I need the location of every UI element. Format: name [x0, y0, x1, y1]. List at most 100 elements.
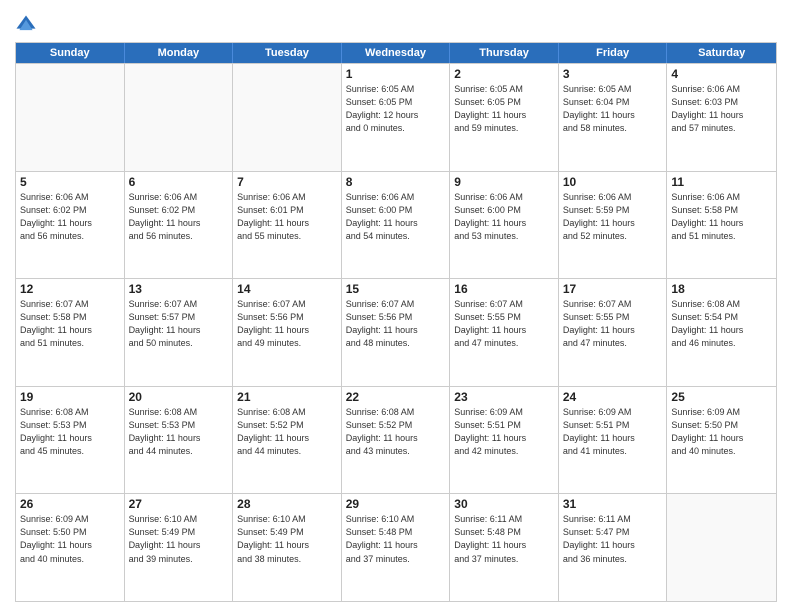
calendar-cell: 23 Sunrise: 6:09 AM Sunset: 5:51 PM Dayli…: [450, 387, 559, 494]
day-number: 17: [563, 282, 663, 296]
day-number: 10: [563, 175, 663, 189]
day-number: 28: [237, 497, 337, 511]
calendar-cell: 4 Sunrise: 6:06 AM Sunset: 6:03 PM Daylig…: [667, 64, 776, 171]
calendar-row-2: 12 Sunrise: 6:07 AM Sunset: 5:58 PM Dayli…: [16, 278, 776, 386]
cell-info: Sunrise: 6:07 AM Sunset: 5:55 PM Dayligh…: [563, 298, 663, 350]
calendar-cell: 5Sunrise: 6:06 AM Sunset: 6:02 PM Daylig…: [16, 172, 125, 279]
cell-info: Sunrise: 6:11 AM Sunset: 5:47 PM Dayligh…: [563, 513, 663, 565]
cell-info: Sunrise: 6:06 AM Sunset: 6:02 PM Dayligh…: [129, 191, 229, 243]
calendar-cell: 18 Sunrise: 6:08 AM Sunset: 5:54 PM Dayli…: [667, 279, 776, 386]
day-number: 14: [237, 282, 337, 296]
cell-info: Sunrise: 6:09 AM Sunset: 5:51 PM Dayligh…: [563, 406, 663, 458]
cell-info: Sunrise: 6:06 AM Sunset: 5:59 PM Dayligh…: [563, 191, 663, 243]
cell-info: Sunrise: 6:08 AM Sunset: 5:52 PM Dayligh…: [346, 406, 446, 458]
day-number: 12: [20, 282, 120, 296]
cell-info: Sunrise: 6:08 AM Sunset: 5:54 PM Dayligh…: [671, 298, 772, 350]
calendar-cell: 28 Sunrise: 6:10 AM Sunset: 5:49 PM Dayli…: [233, 494, 342, 601]
header-cell-sunday: Sunday: [16, 43, 125, 63]
cell-info: Sunrise: 6:06 AM Sunset: 6:03 PM Dayligh…: [671, 83, 772, 135]
header: [15, 10, 777, 36]
calendar-cell: 6 Sunrise: 6:06 AM Sunset: 6:02 PM Daylig…: [125, 172, 234, 279]
header-cell-wednesday: Wednesday: [342, 43, 451, 63]
cell-info: Sunrise: 6:10 AM Sunset: 5:49 PM Dayligh…: [129, 513, 229, 565]
cell-info: Sunrise: 6:07 AM Sunset: 5:55 PM Dayligh…: [454, 298, 554, 350]
calendar-cell: 8 Sunrise: 6:06 AM Sunset: 6:00 PM Daylig…: [342, 172, 451, 279]
calendar-cell: 25Sunrise: 6:09 AM Sunset: 5:50 PM Dayli…: [667, 387, 776, 494]
calendar-cell: 17 Sunrise: 6:07 AM Sunset: 5:55 PM Dayli…: [559, 279, 668, 386]
cell-info: Sunrise: 6:05 AM Sunset: 6:05 PM Dayligh…: [346, 83, 446, 135]
cell-info: Sunrise: 6:06 AM Sunset: 6:01 PM Dayligh…: [237, 191, 337, 243]
calendar-cell: 27 Sunrise: 6:10 AM Sunset: 5:49 PM Dayli…: [125, 494, 234, 601]
calendar-cell: [233, 64, 342, 171]
day-number: 31: [563, 497, 663, 511]
day-number: 18: [671, 282, 772, 296]
day-number: 21: [237, 390, 337, 404]
cell-info: Sunrise: 6:10 AM Sunset: 5:48 PM Dayligh…: [346, 513, 446, 565]
cell-info: Sunrise: 6:07 AM Sunset: 5:57 PM Dayligh…: [129, 298, 229, 350]
day-number: 30: [454, 497, 554, 511]
cell-info: Sunrise: 6:05 AM Sunset: 6:04 PM Dayligh…: [563, 83, 663, 135]
calendar-cell: 9 Sunrise: 6:06 AM Sunset: 6:00 PM Daylig…: [450, 172, 559, 279]
day-number: 15: [346, 282, 446, 296]
calendar-cell: 24 Sunrise: 6:09 AM Sunset: 5:51 PM Dayli…: [559, 387, 668, 494]
day-number: 9: [454, 175, 554, 189]
day-number: 7: [237, 175, 337, 189]
logo-icon: [15, 14, 37, 36]
day-number: 27: [129, 497, 229, 511]
calendar-cell: 16 Sunrise: 6:07 AM Sunset: 5:55 PM Dayli…: [450, 279, 559, 386]
header-cell-tuesday: Tuesday: [233, 43, 342, 63]
cell-info: Sunrise: 6:07 AM Sunset: 5:56 PM Dayligh…: [237, 298, 337, 350]
calendar-cell: 19 Sunrise: 6:08 AM Sunset: 5:53 PM Dayli…: [16, 387, 125, 494]
cell-info: Sunrise: 6:08 AM Sunset: 5:53 PM Dayligh…: [20, 406, 120, 458]
calendar-body: 1Sunrise: 6:05 AM Sunset: 6:05 PM Daylig…: [16, 63, 776, 601]
day-number: 2: [454, 67, 554, 81]
day-number: 11: [671, 175, 772, 189]
day-number: 4: [671, 67, 772, 81]
calendar-cell: 2 Sunrise: 6:05 AM Sunset: 6:05 PM Daylig…: [450, 64, 559, 171]
calendar-cell: 10 Sunrise: 6:06 AM Sunset: 5:59 PM Dayli…: [559, 172, 668, 279]
day-number: 24: [563, 390, 663, 404]
cell-info: Sunrise: 6:08 AM Sunset: 5:52 PM Dayligh…: [237, 406, 337, 458]
calendar-row-3: 19 Sunrise: 6:08 AM Sunset: 5:53 PM Dayli…: [16, 386, 776, 494]
calendar-cell: 12 Sunrise: 6:07 AM Sunset: 5:58 PM Dayli…: [16, 279, 125, 386]
calendar-cell: 21 Sunrise: 6:08 AM Sunset: 5:52 PM Dayli…: [233, 387, 342, 494]
cell-info: Sunrise: 6:08 AM Sunset: 5:53 PM Dayligh…: [129, 406, 229, 458]
calendar-cell: [16, 64, 125, 171]
calendar-cell: 26Sunrise: 6:09 AM Sunset: 5:50 PM Dayli…: [16, 494, 125, 601]
header-cell-thursday: Thursday: [450, 43, 559, 63]
day-number: 6: [129, 175, 229, 189]
day-number: 19: [20, 390, 120, 404]
cell-info: Sunrise: 6:06 AM Sunset: 6:00 PM Dayligh…: [346, 191, 446, 243]
cell-info: Sunrise: 6:09 AM Sunset: 5:50 PM Dayligh…: [20, 513, 120, 565]
page: SundayMondayTuesdayWednesdayThursdayFrid…: [0, 0, 792, 612]
cell-info: Sunrise: 6:10 AM Sunset: 5:49 PM Dayligh…: [237, 513, 337, 565]
cell-info: Sunrise: 6:06 AM Sunset: 6:00 PM Dayligh…: [454, 191, 554, 243]
day-number: 16: [454, 282, 554, 296]
calendar-cell: 1Sunrise: 6:05 AM Sunset: 6:05 PM Daylig…: [342, 64, 451, 171]
calendar-cell: 31 Sunrise: 6:11 AM Sunset: 5:47 PM Dayli…: [559, 494, 668, 601]
calendar-cell: 29Sunrise: 6:10 AM Sunset: 5:48 PM Dayli…: [342, 494, 451, 601]
calendar-cell: 30Sunrise: 6:11 AM Sunset: 5:48 PM Dayli…: [450, 494, 559, 601]
day-number: 20: [129, 390, 229, 404]
calendar-row-4: 26Sunrise: 6:09 AM Sunset: 5:50 PM Dayli…: [16, 493, 776, 601]
header-cell-friday: Friday: [559, 43, 668, 63]
calendar-cell: 11Sunrise: 6:06 AM Sunset: 5:58 PM Dayli…: [667, 172, 776, 279]
calendar-cell: 3Sunrise: 6:05 AM Sunset: 6:04 PM Daylig…: [559, 64, 668, 171]
day-number: 23: [454, 390, 554, 404]
header-cell-monday: Monday: [125, 43, 234, 63]
calendar-cell: 7 Sunrise: 6:06 AM Sunset: 6:01 PM Daylig…: [233, 172, 342, 279]
day-number: 13: [129, 282, 229, 296]
calendar-cell: 15 Sunrise: 6:07 AM Sunset: 5:56 PM Dayli…: [342, 279, 451, 386]
calendar-cell: 22Sunrise: 6:08 AM Sunset: 5:52 PM Dayli…: [342, 387, 451, 494]
calendar: SundayMondayTuesdayWednesdayThursdayFrid…: [15, 42, 777, 602]
calendar-cell: 13 Sunrise: 6:07 AM Sunset: 5:57 PM Dayli…: [125, 279, 234, 386]
day-number: 8: [346, 175, 446, 189]
cell-info: Sunrise: 6:07 AM Sunset: 5:56 PM Dayligh…: [346, 298, 446, 350]
cell-info: Sunrise: 6:09 AM Sunset: 5:51 PM Dayligh…: [454, 406, 554, 458]
logo: [15, 14, 40, 36]
cell-info: Sunrise: 6:07 AM Sunset: 5:58 PM Dayligh…: [20, 298, 120, 350]
header-cell-saturday: Saturday: [667, 43, 776, 63]
cell-info: Sunrise: 6:06 AM Sunset: 6:02 PM Dayligh…: [20, 191, 120, 243]
cell-info: Sunrise: 6:05 AM Sunset: 6:05 PM Dayligh…: [454, 83, 554, 135]
calendar-row-1: 5Sunrise: 6:06 AM Sunset: 6:02 PM Daylig…: [16, 171, 776, 279]
